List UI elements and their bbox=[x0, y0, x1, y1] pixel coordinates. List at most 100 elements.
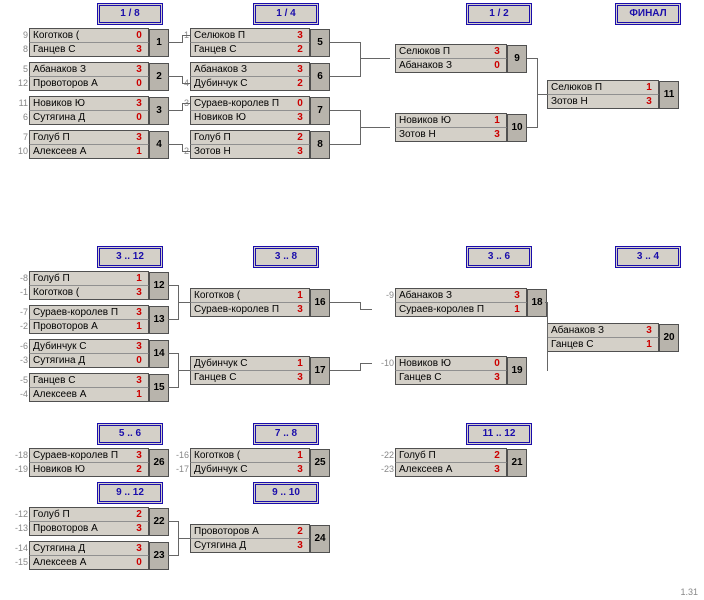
match-number: 8 bbox=[310, 131, 330, 159]
score: 3 bbox=[510, 289, 524, 302]
player-name: Новиков Ю bbox=[33, 97, 131, 110]
match-number: 20 bbox=[659, 324, 679, 352]
seed: -8 bbox=[12, 272, 28, 285]
score: 3 bbox=[490, 45, 504, 58]
match-26: -18Сураев-королев П3-19Новиков Ю226 bbox=[29, 448, 147, 477]
seed: 12 bbox=[12, 77, 28, 90]
match-10: Новиков Ю1Зотов Н310 bbox=[395, 113, 505, 142]
score: 0 bbox=[132, 29, 146, 42]
connector-line bbox=[527, 58, 537, 59]
round-header: 3 .. 12 bbox=[97, 246, 163, 268]
score: 3 bbox=[490, 371, 504, 384]
match-number: 15 bbox=[149, 374, 169, 402]
connector-line bbox=[168, 285, 178, 286]
score: 3 bbox=[132, 97, 146, 110]
connector-line bbox=[547, 337, 548, 371]
match-18: -9Абанаков З3Сураев-королев П118 bbox=[395, 288, 525, 317]
player-name: Ганцев С bbox=[194, 43, 292, 56]
match-number: 11 bbox=[659, 81, 679, 109]
connector-line bbox=[537, 58, 538, 94]
match-number: 18 bbox=[527, 289, 547, 317]
match-1: 9Коготков (08Ганцев С31 bbox=[29, 28, 147, 57]
match-17: Дубинчук С1Ганцев С317 bbox=[190, 356, 308, 385]
score: 3 bbox=[293, 371, 307, 384]
match-20: Абанаков З3Ганцев С120 bbox=[547, 323, 657, 352]
seed: 10 bbox=[12, 145, 28, 158]
round-header: ФИНАЛ bbox=[615, 3, 681, 25]
connector-line bbox=[545, 302, 547, 303]
seed: -10 bbox=[378, 357, 394, 370]
player-name: Провоторов А bbox=[33, 522, 131, 535]
connector-line bbox=[178, 302, 190, 303]
player-name: Голуб П bbox=[33, 508, 131, 521]
match-24: Провоторов А2Сутягина Д324 bbox=[190, 524, 308, 553]
connector-line bbox=[547, 302, 548, 337]
round-header: 7 .. 8 bbox=[253, 423, 319, 445]
match-number: 16 bbox=[310, 289, 330, 317]
seed: 8 bbox=[12, 43, 28, 56]
player-name: Зотов Н bbox=[399, 128, 489, 141]
player-name: Сураев-королев П bbox=[33, 306, 131, 319]
seed: -17 bbox=[173, 463, 189, 476]
score: 3 bbox=[293, 111, 307, 124]
connector-line bbox=[360, 58, 390, 59]
score: 3 bbox=[132, 306, 146, 319]
connector-line bbox=[168, 353, 178, 354]
seed: -12 bbox=[12, 508, 28, 521]
seed: 6 bbox=[12, 111, 28, 124]
match-3: 11Новиков Ю36Сутягина Д03 bbox=[29, 96, 147, 125]
score: 1 bbox=[490, 114, 504, 127]
round-header: 3 .. 4 bbox=[615, 246, 681, 268]
match-6: Абанаков З34Дубинчук С26 bbox=[190, 62, 308, 91]
connector-line bbox=[168, 42, 182, 43]
score: 3 bbox=[132, 522, 146, 535]
score: 0 bbox=[132, 77, 146, 90]
match-number: 25 bbox=[310, 449, 330, 477]
player-name: Коготков ( bbox=[33, 286, 131, 299]
player-name: Зотов Н bbox=[194, 145, 292, 158]
score: 1 bbox=[132, 272, 146, 285]
connector-line bbox=[330, 110, 360, 111]
match-4: 7Голуб П310Алексеев А14 bbox=[29, 130, 147, 159]
player-name: Коготков ( bbox=[194, 289, 292, 302]
player-name: Голуб П bbox=[33, 272, 131, 285]
seed: -6 bbox=[12, 340, 28, 353]
connector-line bbox=[330, 302, 360, 303]
connector-line bbox=[182, 103, 183, 111]
score: 3 bbox=[132, 542, 146, 555]
match-number: 24 bbox=[310, 525, 330, 553]
player-name: Селюков П bbox=[399, 45, 489, 58]
player-name: Новиков Ю bbox=[399, 357, 489, 370]
player-name: Дубинчук С bbox=[194, 77, 292, 90]
score: 1 bbox=[132, 388, 146, 401]
score: 1 bbox=[642, 81, 656, 94]
connector-line bbox=[360, 363, 372, 364]
score: 3 bbox=[490, 463, 504, 476]
score: 2 bbox=[293, 525, 307, 538]
seed: -7 bbox=[12, 306, 28, 319]
player-name: Алексеев А bbox=[33, 388, 131, 401]
score: 3 bbox=[293, 463, 307, 476]
player-name: Сураев-королев П bbox=[33, 449, 131, 462]
match-2: 5Абанаков З312Провоторов А02 bbox=[29, 62, 147, 91]
score: 3 bbox=[642, 324, 656, 337]
match-number: 1 bbox=[149, 29, 169, 57]
connector-line bbox=[360, 363, 361, 371]
match-number: 3 bbox=[149, 97, 169, 125]
match-number: 9 bbox=[507, 45, 527, 73]
score: 1 bbox=[293, 357, 307, 370]
score: 0 bbox=[132, 556, 146, 569]
player-name: Сутягина Д bbox=[33, 354, 131, 367]
match-12: -8Голуб П1-1Коготков (312 bbox=[29, 271, 147, 300]
seed: -23 bbox=[378, 463, 394, 476]
player-name: Провоторов А bbox=[33, 320, 131, 333]
connector-line bbox=[330, 42, 360, 43]
player-name: Абанаков З bbox=[399, 59, 489, 72]
player-name: Голуб П bbox=[33, 131, 131, 144]
connector-line bbox=[360, 309, 372, 310]
player-name: Новиков Ю bbox=[194, 111, 292, 124]
score: 1 bbox=[293, 449, 307, 462]
connector-line bbox=[178, 302, 179, 320]
seed: -5 bbox=[12, 374, 28, 387]
player-name: Селюков П bbox=[194, 29, 292, 42]
